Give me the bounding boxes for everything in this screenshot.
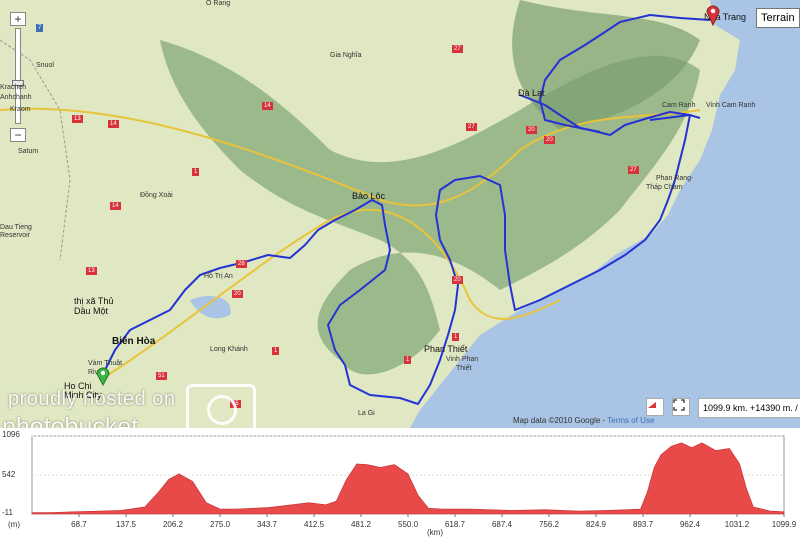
zoom-control[interactable]: + − [10, 12, 26, 142]
label-phan-rang: Phan Rang- [656, 175, 694, 182]
x-tick-label: 1099.9 [771, 520, 797, 529]
route-shield: 14 [108, 120, 119, 128]
label-thiet: Thiết [456, 365, 472, 372]
x-tick-label: 412.5 [304, 520, 325, 529]
label-cam-ranh: Cam Ranh [662, 102, 696, 109]
label-snuol: Snuol [36, 62, 54, 69]
label-da-lat: Đà Lạt [518, 88, 545, 98]
zoom-in-button[interactable]: + [10, 12, 26, 26]
label-o-rang: O Rang [206, 0, 231, 7]
x-tick-label: 1031.2 [724, 520, 750, 529]
x-tick-label: 550.0 [398, 520, 419, 529]
credit-text: Map data ©2010 Google - [513, 416, 608, 425]
route-shield: 20 [452, 276, 463, 284]
y-tick-label: 1096 [2, 430, 20, 439]
map-view[interactable]: + − Terrain O Rang Snuol Kracheh Anhchan… [0, 0, 800, 428]
y-unit-label: (m) [8, 520, 20, 529]
x-tick-label: 687.4 [491, 520, 512, 529]
label-bao-loc: Bảo Lộc [352, 191, 386, 201]
label-vinh-phan: Vinh Phan [446, 356, 479, 363]
label-dau-tieng: Dau Tieng [0, 224, 32, 231]
zoom-out-button[interactable]: − [10, 128, 26, 142]
camera-icon [186, 384, 256, 434]
route-shield: 7 [36, 24, 44, 32]
route-shield: 14 [110, 202, 121, 210]
label-gia-nghia: Gia Nghĩa [330, 52, 362, 59]
y-tick-label: -11 [2, 508, 13, 517]
route-shield: 13 [86, 267, 97, 275]
route-shield: 20 [526, 126, 537, 134]
x-tick-label: 343.7 [256, 520, 277, 529]
label-la-gi: La Gi [358, 410, 375, 417]
label-reservoir: Reservoir [0, 232, 30, 239]
x-tick-label: 206.2 [162, 520, 183, 529]
route-shield: 27 [628, 166, 639, 174]
x-tick-label: 893.7 [633, 520, 654, 529]
x-tick-label: 275.0 [210, 520, 231, 529]
route-shield: 1 [272, 347, 280, 355]
route-shield: 14 [262, 102, 273, 110]
fullscreen-button[interactable] [672, 398, 690, 416]
label-thi-xa-thu: thị xã Thủ [74, 296, 114, 306]
watermark-line1: proudly hosted on [8, 388, 176, 410]
label-satum: Satum [18, 148, 39, 155]
x-tick-label: 618.7 [444, 520, 466, 529]
label-long-khanh: Long Khánh [210, 346, 248, 353]
label-phan-thiet: Phan Thiết [424, 344, 468, 354]
x-tick-label: 481.2 [350, 520, 371, 529]
label-dau-mot: Dầu Một [74, 306, 109, 316]
route-shield: 1 [452, 333, 460, 341]
terms-link[interactable]: Terms of Use [607, 416, 654, 425]
route-shield: 13 [72, 115, 83, 123]
label-vinh-cam-ranh: Vinh Cam Ranh [706, 102, 756, 109]
route-stats: 1099.9 km. +14390 m. / -14 [698, 398, 800, 418]
x-tick-label: 824.9 [585, 520, 606, 529]
label-ho-tri-an: Hồ Trị An [204, 273, 233, 280]
label-dong-xoai: Đồng Xoài [140, 192, 173, 199]
route-shield: 27 [466, 123, 477, 131]
route-shield: 1 [404, 356, 412, 364]
route-shield: 28 [236, 260, 247, 268]
chart-icon [648, 402, 656, 408]
label-bien-hoa: Biên Hòa [112, 336, 156, 347]
route-shield: 20 [544, 136, 555, 144]
label-kraoh: Kracheh [0, 84, 27, 91]
x-tick-label: 68.7 [71, 520, 87, 529]
end-marker-icon[interactable] [706, 4, 720, 26]
label-anhchanh: Anhchanh [0, 94, 32, 101]
x-tick-label: 137.5 [115, 520, 137, 529]
map-credit: Map data ©2010 Google - Terms of Use [513, 416, 654, 425]
route-shield: 1 [192, 168, 200, 176]
route-shield: 27 [452, 45, 463, 53]
x-tick-label: 962.4 [679, 520, 700, 529]
label-thap-cham: Tháp Chàm [646, 184, 683, 191]
label-kraom: Kraom [10, 106, 31, 113]
x-tick-label: 756.2 [538, 520, 560, 529]
chart-toggle-button[interactable] [646, 398, 664, 416]
route-shield: 20 [232, 290, 243, 298]
fullscreen-icon [673, 399, 685, 411]
y-tick-label: 542 [2, 470, 16, 479]
terrain-button[interactable]: Terrain [756, 8, 800, 28]
